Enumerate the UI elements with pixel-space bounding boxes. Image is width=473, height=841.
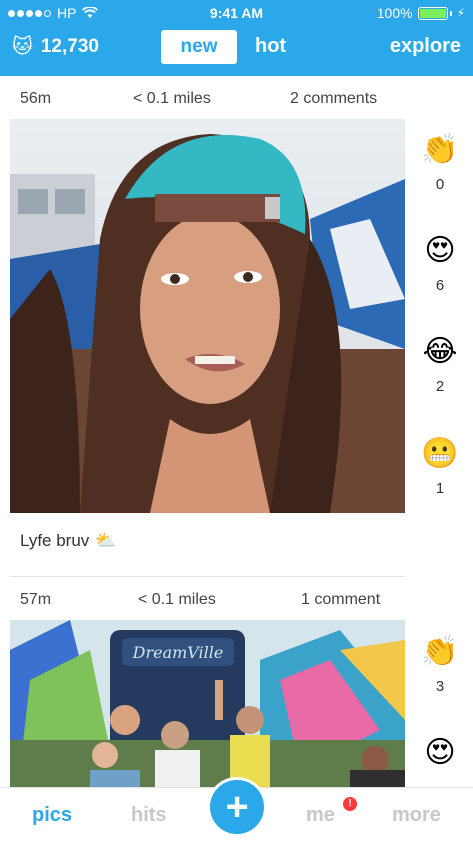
post-age: 56m xyxy=(20,90,52,107)
reaction-heart-eyes[interactable]: 😍 6 xyxy=(410,233,470,294)
caption-text: Lyfe bruv xyxy=(20,531,90,550)
clap-icon: 👏 xyxy=(421,635,459,668)
score-value: 12,730 xyxy=(40,35,99,57)
post-distance: < 0.1 miles xyxy=(138,591,216,608)
reaction-clap[interactable]: 👏 0 xyxy=(410,132,470,193)
heart-eyes-icon: 😍 xyxy=(424,736,456,769)
reaction-heart-eyes[interactable]: 😍 xyxy=(410,735,470,771)
explore-button[interactable]: explore xyxy=(390,35,461,58)
battery-icon xyxy=(417,6,448,20)
reaction-count: 1 xyxy=(435,480,445,497)
add-post-button[interactable]: + xyxy=(207,777,267,837)
sun-behind-cloud-icon: ⛅ xyxy=(95,531,117,550)
score-badge[interactable]: 🐱 12,730 xyxy=(12,34,99,59)
post-comments-link[interactable]: 1 comment xyxy=(301,591,380,609)
heart-eyes-icon: 😍 xyxy=(424,234,456,267)
charging-icon: ⚡ xyxy=(456,6,465,20)
post-divider xyxy=(10,576,405,577)
battery-info: 100% ⚡ xyxy=(377,5,465,21)
battery-percent: 100% xyxy=(376,5,413,21)
tab-hot[interactable]: hot xyxy=(255,35,286,58)
post-photo[interactable] xyxy=(10,119,405,513)
reaction-grimace[interactable]: 😬 1 xyxy=(410,436,470,497)
reaction-count: 2 xyxy=(435,378,445,395)
reaction-count: 3 xyxy=(435,678,445,695)
reaction-tears-of-joy[interactable]: 😂 2 xyxy=(410,334,470,395)
reaction-clap[interactable]: 👏 3 xyxy=(410,634,470,695)
reaction-count: 6 xyxy=(435,277,445,294)
selfie-photo-icon xyxy=(10,119,405,513)
app-header: HP 9:41 AM 100% ⚡ 🐱 12,730 new hot explo… xyxy=(0,0,473,76)
post-distance: < 0.1 miles xyxy=(133,90,211,107)
festival-photo-icon: DreamVille xyxy=(10,620,405,787)
post-comments-link[interactable]: 2 comments xyxy=(290,90,377,108)
post-caption: Lyfe bruv ⛅ xyxy=(20,531,116,551)
nav-me[interactable]: me xyxy=(306,804,335,827)
post-photo[interactable]: DreamVille xyxy=(10,620,405,787)
reaction-count: 0 xyxy=(435,176,445,193)
tears-of-joy-icon: 😂 xyxy=(422,335,458,368)
clap-icon: 👏 xyxy=(421,133,459,166)
nav-hits[interactable]: hits xyxy=(131,804,167,827)
post-meta: 56m < 0.1 miles 2 comments xyxy=(0,78,473,118)
notification-badge: ! xyxy=(343,797,357,811)
post-meta: 57m < 0.1 miles 1 comment xyxy=(0,579,473,619)
grimace-icon: 😬 xyxy=(421,437,459,470)
cat-icon: 🐱 xyxy=(12,36,33,58)
nav-more[interactable]: more xyxy=(392,804,441,827)
dreamville-sign: DreamVille xyxy=(132,643,224,662)
status-bar: HP 9:41 AM 100% ⚡ xyxy=(0,0,473,26)
post-age: 57m xyxy=(20,591,52,608)
nav-pics[interactable]: pics xyxy=(32,804,72,827)
tab-new[interactable]: new xyxy=(161,30,237,64)
top-nav: 🐱 12,730 new hot explore xyxy=(0,30,473,66)
